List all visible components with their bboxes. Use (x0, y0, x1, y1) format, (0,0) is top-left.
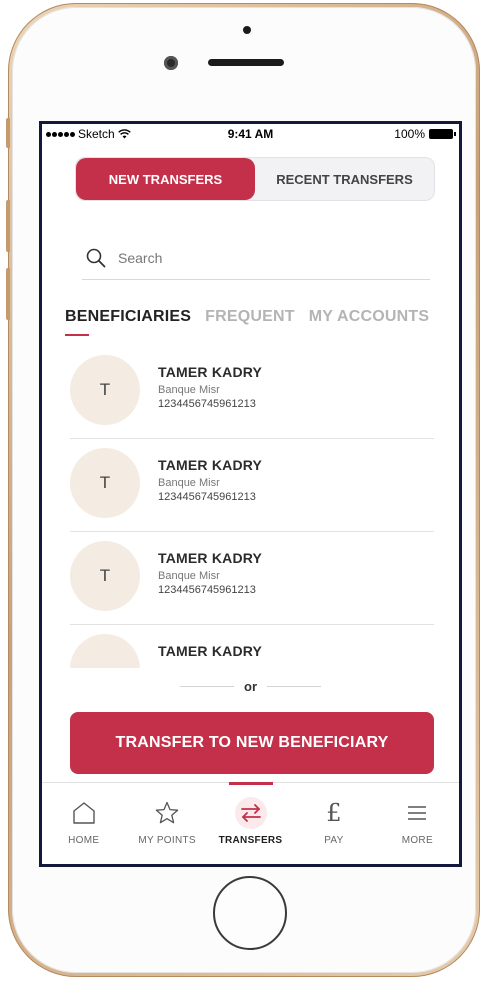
avatar: T (70, 355, 140, 425)
avatar: T (70, 634, 140, 668)
beneficiary-details: TAMER KADRY Banque Misr 1234456745961213 (158, 550, 262, 596)
pound-icon: £ (326, 799, 342, 827)
transfer-arrows-icon (234, 797, 267, 829)
list-item[interactable]: T TAMER KADRY Banque Misr 12344567459612… (70, 532, 434, 625)
search-bar (82, 236, 430, 280)
new-transfers-segment[interactable]: NEW TRANSFERS (76, 158, 255, 200)
beneficiary-details: TAMER KADRY Banque Misr 1234456745961213 (158, 364, 262, 410)
earpiece-speaker (208, 59, 284, 66)
recent-transfers-segment[interactable]: RECENT TRANSFERS (255, 158, 434, 200)
divider-line (180, 686, 234, 687)
tabbar-label: MORE (401, 835, 433, 846)
list-item[interactable]: T TAMER KADRY Banque Misr 12344567459612… (70, 439, 434, 532)
beneficiary-category-tabs: BENEFICIARIES FREQUENT MY ACCOUNTS (65, 308, 429, 326)
beneficiary-details: TAMER KADRY (158, 643, 262, 663)
volume-up-button (6, 200, 10, 252)
tabbar-item-pay[interactable]: £ PAY (292, 783, 375, 864)
search-input[interactable] (118, 249, 378, 266)
tabbar-label: PAY (324, 835, 344, 846)
list-item[interactable]: T TAMER KADRY Banque Misr 12344567459612… (70, 346, 434, 439)
avatar: T (70, 448, 140, 518)
beneficiary-list: T TAMER KADRY Banque Misr 12344567459612… (42, 346, 459, 668)
volume-down-button (6, 268, 10, 320)
or-label: or (244, 679, 257, 694)
proximity-sensor (243, 26, 251, 34)
tabbar-label: TRANSFERS (218, 835, 283, 846)
beneficiary-bank: Banque Misr (158, 477, 220, 489)
tabbar-label: HOME (68, 835, 100, 846)
active-tab-underline (65, 334, 89, 336)
battery-icon (429, 129, 456, 139)
home-button[interactable] (213, 876, 287, 950)
beneficiary-name: TAMER KADRY (158, 457, 263, 473)
tab-frequent[interactable]: FREQUENT (205, 308, 295, 326)
active-tab-indicator (228, 782, 273, 785)
mute-switch (6, 118, 10, 148)
tabbar-item-my-points[interactable]: MY POINTS (125, 783, 208, 864)
search-icon (86, 248, 106, 267)
status-bar: Sketch 9:41 AM 100% (42, 124, 459, 144)
home-icon (68, 797, 100, 829)
front-camera (164, 56, 178, 70)
avatar: T (70, 541, 140, 611)
transfer-type-segmented-control: NEW TRANSFERS RECENT TRANSFERS (75, 157, 435, 201)
tabbar-label: MY POINTS (138, 835, 196, 846)
tab-my-accounts[interactable]: MY ACCOUNTS (309, 308, 429, 326)
bottom-tab-bar: HOME MY POINTS TRANSFERS £ PAY MORE (42, 782, 459, 864)
star-icon (151, 797, 183, 829)
tabbar-item-transfers[interactable]: TRANSFERS (209, 782, 292, 864)
tabbar-item-more[interactable]: MORE (376, 783, 459, 864)
or-divider: or (42, 679, 459, 694)
beneficiary-details: TAMER KADRY Banque Misr 1234456745961213 (158, 457, 262, 503)
status-battery-group: 100% (394, 127, 456, 141)
beneficiary-name: TAMER KADRY (158, 364, 263, 380)
battery-percent: 100% (394, 127, 425, 141)
menu-icon (401, 797, 433, 829)
beneficiary-account: 1234456745961213 (158, 584, 256, 596)
beneficiary-account: 1234456745961213 (158, 491, 256, 503)
list-item[interactable]: T TAMER KADRY (70, 625, 434, 668)
tabbar-item-home[interactable]: HOME (42, 783, 125, 864)
beneficiary-account: 1234456745961213 (158, 398, 256, 410)
app-screen: Sketch 9:41 AM 100% NEW TRANSFERS RECENT… (39, 121, 462, 867)
beneficiary-bank: Banque Misr (158, 384, 220, 396)
beneficiary-bank: Banque Misr (158, 570, 220, 582)
divider-line (267, 686, 321, 687)
beneficiary-name: TAMER KADRY (158, 550, 263, 566)
tab-beneficiaries[interactable]: BENEFICIARIES (65, 308, 191, 326)
transfer-to-new-beneficiary-button[interactable]: TRANSFER TO NEW BENEFICIARY (70, 712, 434, 774)
beneficiary-name: TAMER KADRY (158, 643, 263, 659)
